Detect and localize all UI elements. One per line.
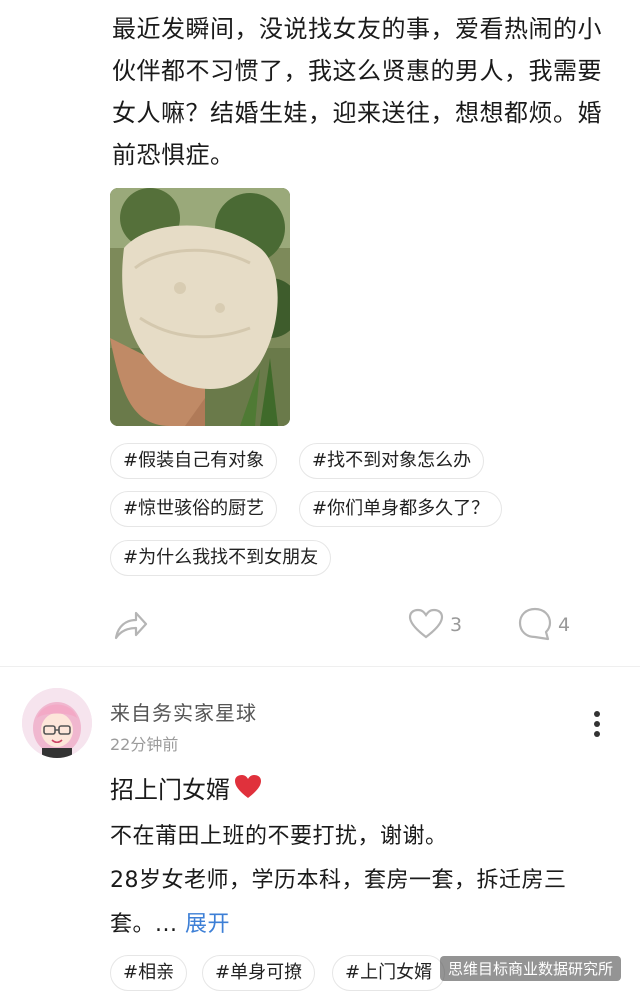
comment-tag-1[interactable]: #相亲 [110, 955, 188, 991]
like-count: 3 [450, 614, 463, 636]
comment-time: 22分钟前 [110, 735, 179, 754]
comment-tag-3[interactable]: #上门女婿 [332, 955, 446, 991]
comment-username[interactable]: 来自务实家星球 [110, 697, 257, 726]
post-tag-2[interactable]: #找不到对象怎么办 [299, 443, 485, 479]
red-heart-emoji-icon [234, 774, 262, 800]
post-text: 最近发瞬间，没说找女友的事，爱看热闹的小伙伴都不习惯了，我这么贤惠的男人，我需要… [112, 15, 602, 169]
comment-count: 4 [558, 614, 571, 636]
expand-link[interactable]: 展开 [185, 912, 230, 937]
share-icon[interactable] [112, 608, 148, 646]
dough-photo-image [110, 188, 290, 426]
more-icon[interactable] [586, 708, 608, 742]
section-divider [0, 666, 640, 667]
post-tag-1[interactable]: #假装自己有对象 [110, 443, 278, 479]
avatar[interactable] [22, 688, 92, 758]
heart-icon[interactable] [408, 608, 444, 644]
watermark: 思维目标商业数据研究所 [440, 956, 622, 981]
comment-title: 招上门女婿 [110, 776, 230, 804]
post-tag-3[interactable]: #惊世骇俗的厨艺 [110, 491, 278, 527]
comment-line-3: 套。... [110, 912, 178, 937]
comment-icon[interactable] [517, 606, 553, 646]
comment-line-1: 不在莆田上班的不要打扰，谢谢。 [110, 824, 448, 849]
comment-tag-2[interactable]: #单身可撩 [202, 955, 316, 991]
post-photo[interactable] [110, 188, 290, 426]
comment-line-2: 28岁女老师，学历本科，套房一套，拆迁房三 [110, 868, 567, 893]
post-tag-5[interactable]: #为什么我找不到女朋友 [110, 540, 332, 576]
post-tag-4[interactable]: #你们单身都多久了？ [299, 491, 503, 527]
